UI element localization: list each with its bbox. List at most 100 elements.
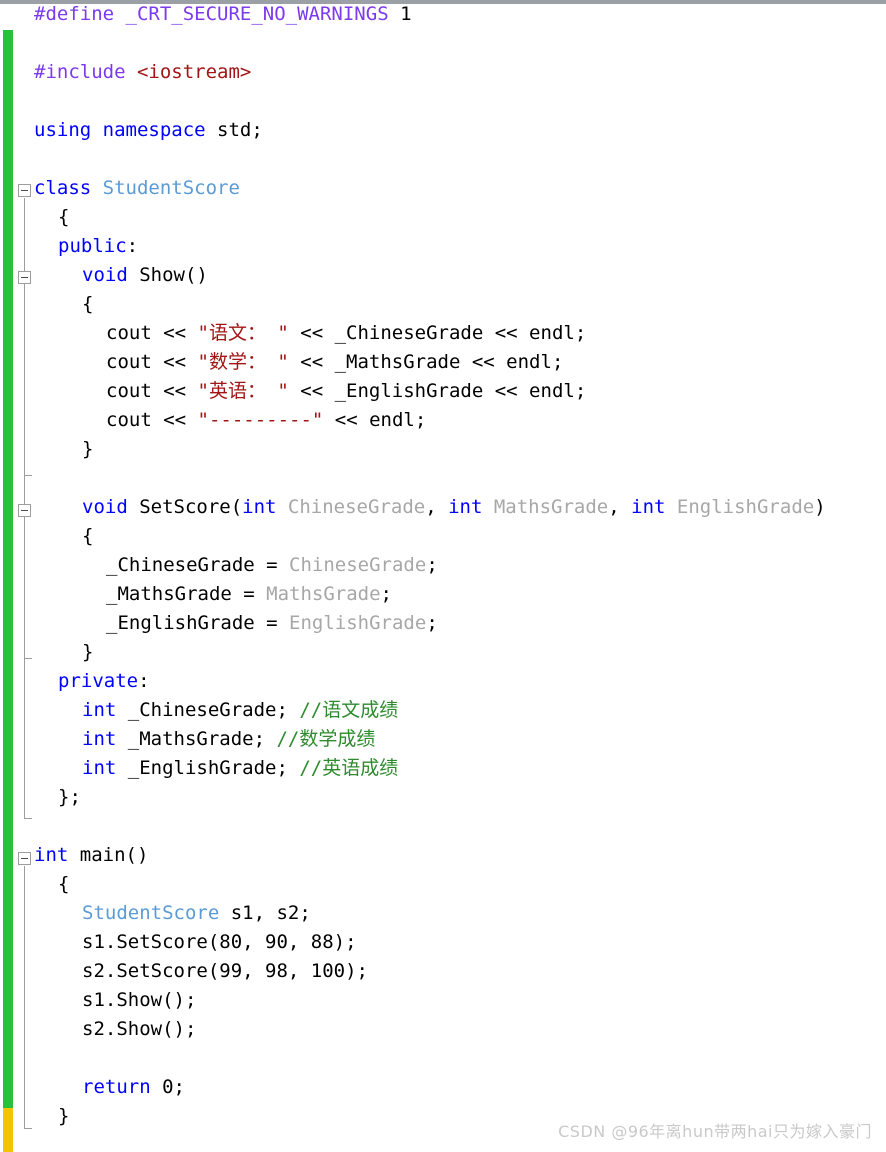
- code-line-text: int _ChineseGrade; //语文成绩: [82, 696, 398, 725]
- code-line-text: s2.Show();: [82, 1015, 196, 1044]
- token-pln: << _ChineseGrade << endl;: [288, 322, 587, 344]
- token-par: EnglishGrade: [665, 496, 815, 518]
- code-line-text: return 0;: [82, 1073, 185, 1102]
- code-line-text: #define _CRT_SECURE_NO_WARNINGS 1: [34, 0, 412, 29]
- code-line-text: int _MathsGrade; //数学成绩: [82, 725, 375, 754]
- token-pln: SetScore(: [127, 496, 243, 518]
- token-pln: << _EnglishGrade << endl;: [288, 380, 587, 402]
- code-line[interactable]: cout << "语文： " << _ChineseGrade << endl;: [0, 319, 886, 348]
- token-pln: };: [58, 786, 81, 808]
- code-line[interactable]: {: [0, 870, 886, 899]
- token-pln: s1, s2;: [219, 902, 311, 924]
- token-kw: using namespace: [34, 119, 206, 141]
- token-pln: {: [58, 873, 70, 895]
- token-par: ChineseGrade: [289, 554, 427, 576]
- code-lines-container[interactable]: #define _CRT_SECURE_NO_WARNINGS 1 #includ…: [0, 0, 886, 1131]
- code-line[interactable]: _MathsGrade = MathsGrade;: [0, 580, 886, 609]
- token-pln: cout <<: [106, 351, 198, 373]
- token-kw: class: [34, 177, 92, 199]
- code-line[interactable]: [0, 29, 886, 58]
- code-line[interactable]: {: [0, 522, 886, 551]
- code-line[interactable]: {: [0, 203, 886, 232]
- token-pln: 0;: [150, 1076, 185, 1098]
- code-line-text: void Show(): [82, 261, 208, 290]
- code-line[interactable]: void Show(): [0, 261, 886, 290]
- token-kw: int: [82, 699, 117, 721]
- code-line[interactable]: return 0;: [0, 1073, 886, 1102]
- code-line[interactable]: _ChineseGrade = ChineseGrade;: [0, 551, 886, 580]
- token-pln: std;: [205, 119, 263, 141]
- code-line[interactable]: int _MathsGrade; //数学成绩: [0, 725, 886, 754]
- token-pln: main(): [68, 844, 149, 866]
- code-line[interactable]: [0, 87, 886, 116]
- token-pln: ;: [426, 554, 438, 576]
- token-pln: _EnglishGrade =: [106, 612, 290, 634]
- code-line[interactable]: #include <iostream>: [0, 58, 886, 87]
- token-str: "英语： ": [197, 380, 289, 402]
- token-pln: [114, 3, 125, 25]
- token-kw: int: [448, 496, 483, 518]
- token-pln: }: [82, 641, 94, 663]
- code-line[interactable]: };: [0, 783, 886, 812]
- token-pln: ;: [380, 583, 392, 605]
- code-line-text: s1.Show();: [82, 986, 196, 1015]
- token-pp: _CRT_SECURE_NO_WARNINGS: [125, 3, 389, 25]
- token-pln: ,: [425, 496, 449, 518]
- code-line[interactable]: #define _CRT_SECURE_NO_WARNINGS 1: [0, 0, 886, 29]
- code-line[interactable]: cout << "数学： " << _MathsGrade << endl;: [0, 348, 886, 377]
- token-pln: [91, 177, 102, 199]
- code-line[interactable]: }: [0, 638, 886, 667]
- code-line-text: s2.SetScore(99, 98, 100);: [82, 957, 368, 986]
- token-cmt: //英语成绩: [299, 757, 399, 779]
- token-kw: return: [82, 1076, 151, 1098]
- code-line[interactable]: {: [0, 290, 886, 319]
- token-pln: }: [82, 438, 94, 460]
- code-line[interactable]: public:: [0, 232, 886, 261]
- code-line-text: cout << "语文： " << _ChineseGrade << endl;: [106, 319, 586, 348]
- token-pln: << endl;: [323, 409, 427, 431]
- token-kw: int: [631, 496, 666, 518]
- code-line[interactable]: s1.SetScore(80, 90, 88);: [0, 928, 886, 957]
- code-line[interactable]: cout << "---------" << endl;: [0, 406, 886, 435]
- code-line[interactable]: s2.SetScore(99, 98, 100);: [0, 957, 886, 986]
- token-typ: StudentScore: [102, 177, 240, 199]
- code-line[interactable]: StudentScore s1, s2;: [0, 899, 886, 928]
- code-line[interactable]: s2.Show();: [0, 1015, 886, 1044]
- code-line[interactable]: [0, 1044, 886, 1073]
- token-kw: private: [58, 670, 139, 692]
- token-kw: void: [82, 264, 128, 286]
- code-editor-surface[interactable]: #define _CRT_SECURE_NO_WARNINGS 1 #includ…: [0, 0, 886, 1152]
- token-pln: ;: [426, 612, 438, 634]
- token-pln: {: [58, 206, 70, 228]
- code-line-text: using namespace std;: [34, 116, 263, 145]
- code-line-text: }: [58, 1102, 69, 1131]
- token-pln: :: [126, 235, 139, 257]
- code-line[interactable]: [0, 464, 886, 493]
- token-pln: Show(): [127, 264, 208, 286]
- code-line[interactable]: }: [0, 435, 886, 464]
- code-line[interactable]: int main(): [0, 841, 886, 870]
- code-line[interactable]: s1.Show();: [0, 986, 886, 1015]
- token-cmt: //数学成绩: [276, 728, 376, 750]
- token-kw: int: [242, 496, 277, 518]
- code-line-text: int main(): [34, 841, 148, 870]
- code-line[interactable]: using namespace std;: [0, 116, 886, 145]
- code-line-text: StudentScore s1, s2;: [82, 899, 311, 928]
- code-line[interactable]: _EnglishGrade = EnglishGrade;: [0, 609, 886, 638]
- code-line-text: _ChineseGrade = ChineseGrade;: [106, 551, 438, 580]
- code-line[interactable]: int _EnglishGrade; //英语成绩: [0, 754, 886, 783]
- code-line[interactable]: [0, 812, 886, 841]
- token-pln: [126, 61, 137, 83]
- code-line[interactable]: void SetScore(int ChineseGrade, int Math…: [0, 493, 886, 522]
- code-line-text: {: [58, 870, 69, 899]
- code-line[interactable]: private:: [0, 667, 886, 696]
- code-line[interactable]: class StudentScore: [0, 174, 886, 203]
- token-pln: s2.Show();: [82, 1018, 197, 1040]
- code-line[interactable]: int _ChineseGrade; //语文成绩: [0, 696, 886, 725]
- code-line-text: _MathsGrade = MathsGrade;: [106, 580, 392, 609]
- code-line[interactable]: cout << "英语： " << _EnglishGrade << endl;: [0, 377, 886, 406]
- token-par: EnglishGrade: [289, 612, 427, 634]
- code-line[interactable]: [0, 145, 886, 174]
- token-pln: ): [814, 496, 826, 518]
- token-kw: int: [82, 757, 117, 779]
